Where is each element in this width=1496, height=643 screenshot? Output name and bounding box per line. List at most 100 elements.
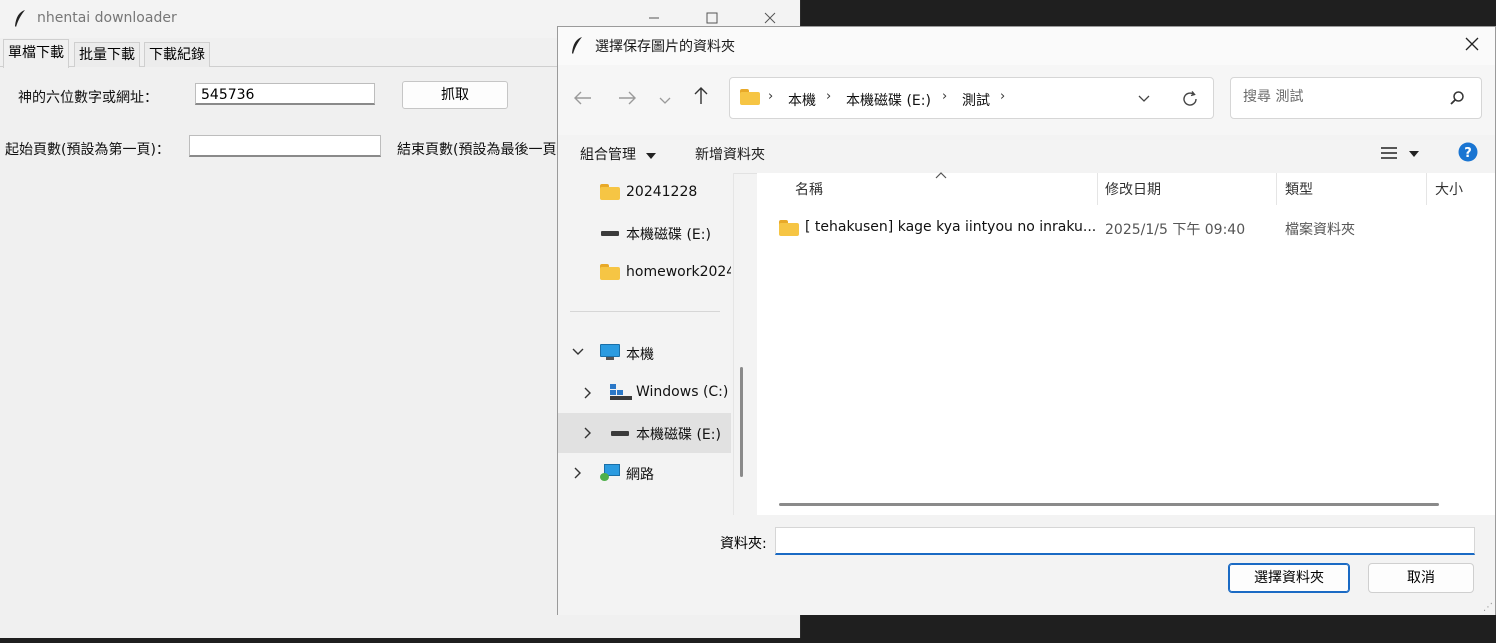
folder-picker-dialog: 選擇保存圖片的資料夾 › 本機 › 本機磁碟 (E:) › 測試 › 搜尋 測試… — [557, 26, 1496, 615]
list-view-icon — [1381, 147, 1397, 159]
up-button[interactable] — [687, 87, 715, 113]
folder-label: 資料夾: — [720, 536, 767, 552]
column-header-modified[interactable]: 修改日期 — [1105, 179, 1161, 199]
drive-icon — [611, 431, 629, 436]
chevron-right-icon: › — [768, 89, 774, 104]
nav-item-this-pc[interactable]: 本機 — [558, 333, 731, 373]
file-row[interactable]: [ tehakusen] kage kya iintyou no inraku.… — [773, 211, 1473, 245]
nav-item-windows-c[interactable]: Windows (C:) — [558, 373, 731, 413]
breadcrumb-test[interactable]: 測試 — [962, 90, 990, 110]
nav-item-network[interactable]: 網路 — [558, 453, 731, 493]
navigation-bar: › 本機 › 本機磁碟 (E:) › 測試 › — [558, 65, 1495, 135]
folder-icon — [600, 184, 620, 200]
start-page-label: 起始頁數(預設為第一頁)： — [5, 142, 170, 158]
breadcrumb-drive-e[interactable]: 本機磁碟 (E:) — [846, 90, 931, 110]
organize-menu-button[interactable]: 組合管理 — [580, 144, 657, 164]
dialog-title: 選擇保存圖片的資料夾 — [595, 39, 735, 55]
chevron-down-icon — [659, 97, 671, 104]
start-page-input[interactable] — [189, 135, 381, 157]
nav-item-label: 本機磁碟 (E:) — [626, 227, 711, 243]
folder-icon — [600, 264, 620, 280]
chevron-right-icon[interactable] — [584, 387, 592, 399]
code-label: 神的六位數字或網址： — [18, 90, 158, 106]
code-input[interactable]: 545736 — [195, 83, 375, 105]
folder-icon — [779, 220, 799, 236]
nav-item-drive-e-quick[interactable]: 本機磁碟 (E:) — [558, 213, 731, 253]
chevron-down-icon[interactable] — [572, 348, 584, 356]
minimize-icon — [649, 17, 659, 19]
nav-pane-scrollbar[interactable] — [740, 367, 743, 477]
sort-ascending-icon — [935, 172, 947, 179]
arrow-right-icon — [619, 91, 636, 105]
nav-item-label: 本機磁碟 (E:) — [636, 427, 721, 443]
column-divider[interactable] — [1097, 173, 1098, 205]
file-list-scrollbar[interactable] — [779, 503, 1439, 506]
dialog-title-bar[interactable]: 選擇保存圖片的資料夾 — [558, 27, 1495, 65]
search-input[interactable] — [1241, 88, 1445, 106]
address-bar[interactable]: › 本機 › 本機磁碟 (E:) › 測試 › — [729, 77, 1214, 119]
column-header-size[interactable]: 大小 — [1435, 179, 1463, 199]
dialog-footer: 資料夾: 選擇資料夾 取消 ⋰ — [558, 515, 1495, 615]
folder-name-input[interactable] — [775, 527, 1475, 555]
file-list-pane: 名稱 修改日期 類型 大小 [ tehakusen] kage kya iint… — [757, 172, 1495, 515]
nav-item-label: 網路 — [626, 467, 654, 483]
help-icon[interactable]: ? — [1458, 142, 1478, 162]
close-icon — [764, 12, 776, 24]
view-options-button[interactable] — [1381, 146, 1420, 164]
navigation-pane: 20241228 本機磁碟 (E:) homework2024 本機 Windo… — [558, 173, 734, 515]
forward-button[interactable] — [613, 87, 641, 113]
chevron-right-icon: › — [826, 89, 832, 104]
close-icon — [1465, 37, 1479, 51]
chevron-right-icon: › — [942, 89, 948, 104]
chevron-right-icon: › — [1000, 89, 1006, 104]
resize-grip-icon[interactable]: ⋰ — [1483, 602, 1493, 613]
column-header-type[interactable]: 類型 — [1285, 179, 1313, 199]
back-button[interactable] — [569, 87, 597, 113]
arrow-left-icon — [574, 91, 591, 105]
feather-icon — [15, 10, 25, 27]
folder-icon — [740, 89, 760, 105]
file-modified: 2025/1/5 下午 09:40 — [1105, 222, 1246, 238]
windows-drive-icon — [610, 384, 632, 400]
chevron-right-icon[interactable] — [574, 467, 582, 479]
main-window-title: nhentai downloader — [37, 10, 177, 26]
organize-label: 組合管理 — [580, 147, 636, 163]
file-name: [ tehakusen] kage kya iintyou no inraku.… — [805, 219, 1097, 235]
nav-item-label: Windows (C:) — [636, 384, 729, 400]
new-folder-button[interactable]: 新增資料夾 — [695, 144, 765, 164]
end-page-label: 結束頁數(預設為最後一頁) — [397, 142, 562, 158]
tab-batch-download[interactable]: 批量下載 — [74, 42, 140, 67]
nav-item-label: 本機 — [626, 347, 654, 363]
search-box[interactable] — [1230, 77, 1482, 119]
maximize-icon — [706, 12, 718, 24]
nav-item-label: homework2024 — [626, 264, 731, 280]
caret-down-icon — [646, 153, 657, 159]
search-icon — [1450, 91, 1464, 105]
nav-item-drive-e[interactable]: 本機磁碟 (E:) — [558, 413, 731, 453]
pc-icon — [600, 344, 620, 361]
nav-item-20241228[interactable]: 20241228 — [558, 173, 731, 213]
chevron-right-icon[interactable] — [584, 427, 592, 439]
nav-divider — [570, 311, 720, 312]
cancel-button[interactable]: 取消 — [1368, 563, 1474, 593]
tab-single-download[interactable]: 單檔下載 — [3, 39, 69, 68]
breadcrumb-this-pc[interactable]: 本機 — [788, 90, 816, 110]
nav-item-homework[interactable]: homework2024 — [558, 253, 731, 293]
network-icon — [600, 464, 622, 482]
column-divider[interactable] — [1276, 173, 1277, 205]
tab-download-history[interactable]: 下載紀錄 — [144, 42, 210, 67]
column-divider[interactable] — [1426, 173, 1427, 205]
recent-locations-button[interactable] — [651, 87, 679, 113]
refresh-icon[interactable] — [1181, 90, 1199, 108]
command-bar: 組合管理 新增資料夾 ? — [558, 135, 1495, 174]
dialog-close-button[interactable] — [1449, 27, 1495, 65]
feather-icon — [572, 37, 582, 54]
nav-item-label: 20241228 — [626, 184, 698, 200]
arrow-up-icon — [694, 87, 708, 104]
caret-down-icon — [1409, 151, 1420, 157]
select-folder-button[interactable]: 選擇資料夾 — [1228, 563, 1350, 593]
fetch-button[interactable]: 抓取 — [402, 81, 508, 109]
drive-icon — [601, 231, 619, 236]
address-dropdown-icon[interactable] — [1138, 95, 1150, 103]
column-header-name[interactable]: 名稱 — [795, 179, 823, 199]
